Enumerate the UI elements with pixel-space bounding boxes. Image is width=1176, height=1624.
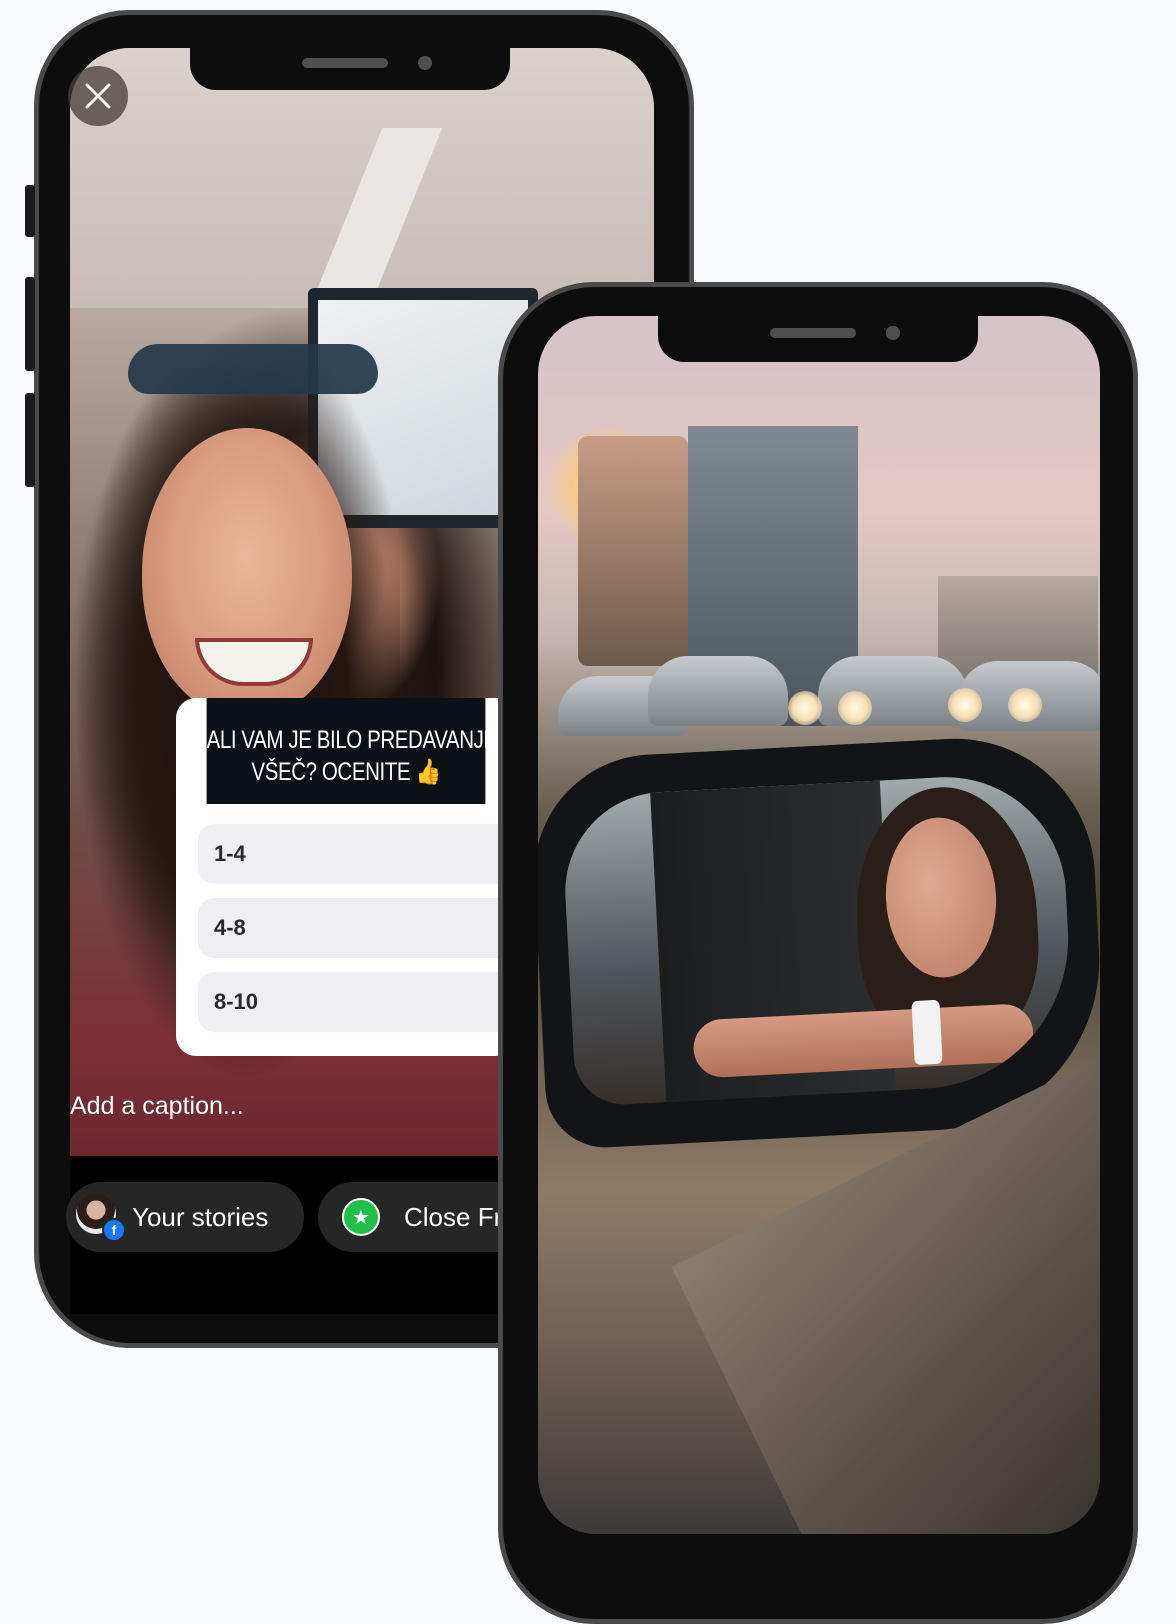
poll-sticker[interactable]: ALI VAM JE BILO PREDAVANJE VŠEČ? OCENITE… (176, 698, 516, 1056)
your-stories-button[interactable]: f Your stories (66, 1182, 304, 1252)
poll-option-1[interactable]: 1-4 (198, 824, 516, 884)
thumbs-up-icon: 👍 (415, 758, 441, 786)
close-button[interactable] (68, 66, 128, 126)
close-icon (85, 83, 111, 109)
poll-option-2[interactable]: 4-8 (198, 898, 516, 958)
volume-down-button (25, 393, 35, 487)
green-star-icon: ★ (342, 1198, 380, 1236)
facebook-icon: f (102, 1218, 126, 1242)
poll-option-3[interactable]: 8-10 (198, 972, 516, 1032)
poll-question: ALI VAM JE BILO PREDAVANJE VŠEČ? OCENITE… (206, 698, 497, 804)
notch-front (658, 316, 978, 362)
mute-switch (25, 185, 35, 237)
caption-input[interactable]: Add a caption... (70, 1092, 244, 1121)
notch-back (190, 48, 510, 90)
car-mirror-photo (538, 316, 1100, 1534)
volume-up-button (25, 277, 35, 371)
